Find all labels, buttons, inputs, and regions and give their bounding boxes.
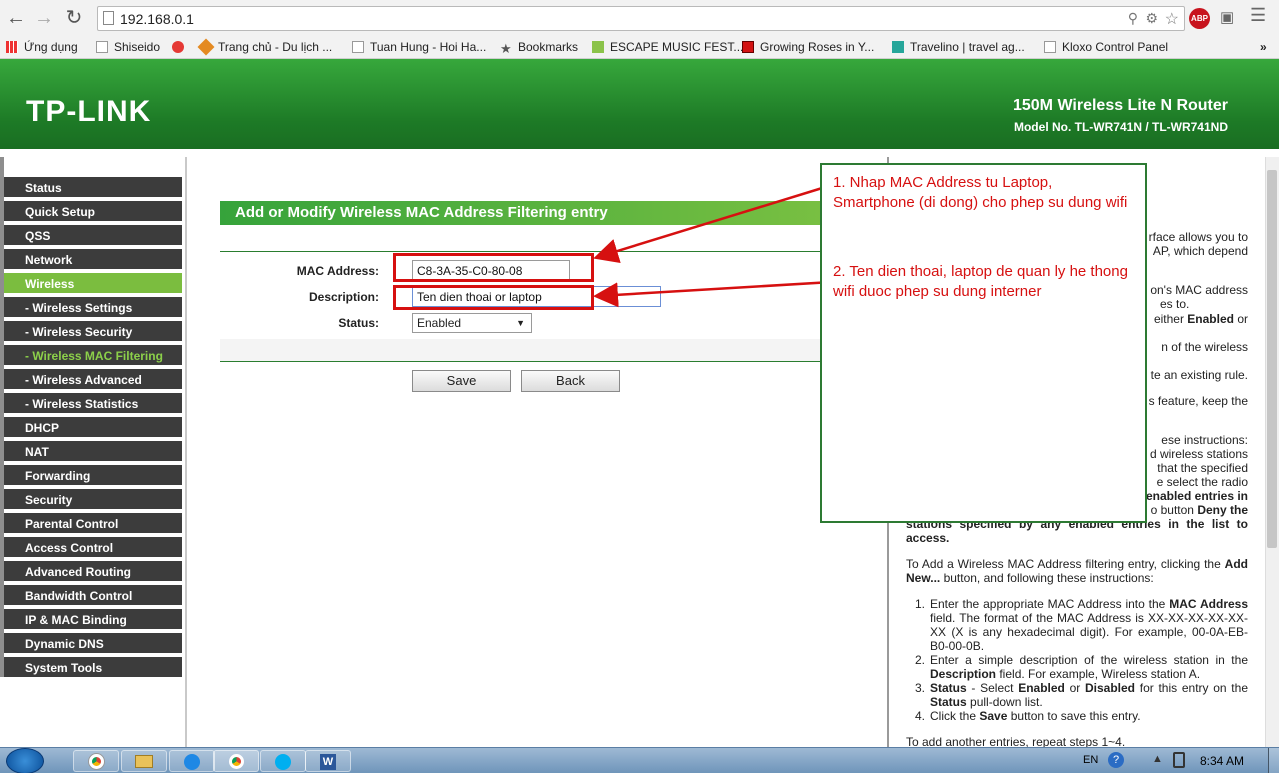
windows-start-icon[interactable] (6, 748, 44, 773)
zalo-taskbar-icon[interactable] (169, 750, 215, 772)
skype-taskbar-icon[interactable] (260, 750, 306, 772)
word-taskbar-icon[interactable]: W (305, 750, 351, 772)
language-indicator[interactable]: EN (1083, 754, 1098, 766)
annotation-arrow-description (593, 280, 833, 308)
chrome-window-taskbar-icon[interactable] (213, 750, 259, 772)
windows-taskbar: W EN ? ▲ 8:34 AM (0, 747, 1279, 773)
annotation-text-2: 2. Ten dien thoai, laptop de quan ly he … (833, 263, 1128, 300)
taskbar-clock[interactable]: 8:34 AM (1200, 754, 1244, 768)
chrome-taskbar-icon[interactable] (73, 750, 119, 772)
tray-expand-icon[interactable]: ▲ (1152, 753, 1163, 765)
annotation-arrow-mac (593, 183, 833, 264)
show-desktop-button[interactable] (1268, 748, 1279, 773)
help-icon[interactable]: ? (1108, 752, 1124, 768)
annotation-note: 1. Nhap MAC Address tu Laptop, Smartphon… (820, 163, 1147, 523)
explorer-taskbar-icon[interactable] (121, 750, 167, 772)
battery-icon[interactable] (1173, 752, 1185, 768)
annotation-text-1: 1. Nhap MAC Address tu Laptop, Smartphon… (833, 174, 1128, 211)
